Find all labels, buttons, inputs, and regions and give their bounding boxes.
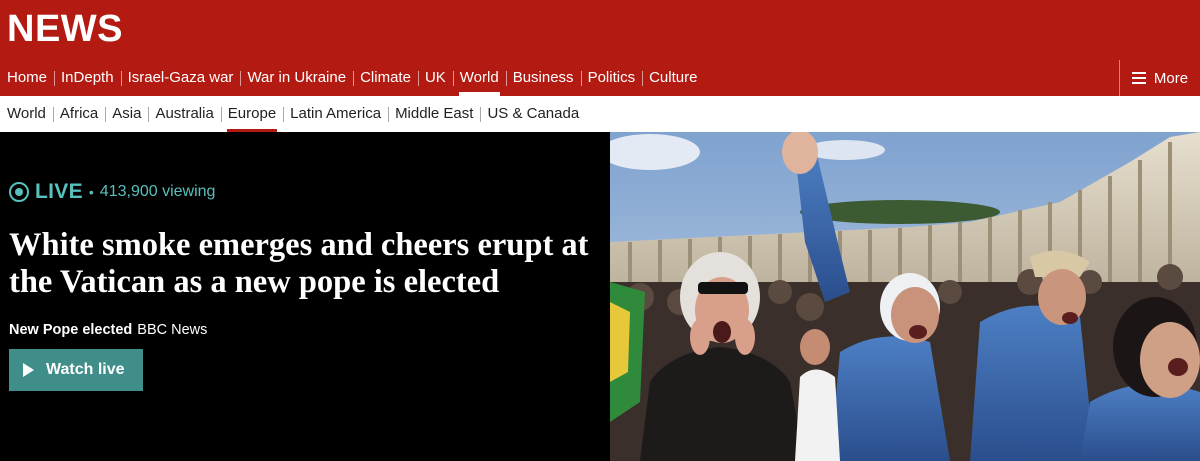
masthead: NEWS: [0, 0, 1200, 60]
hamburger-icon: [1131, 72, 1146, 84]
live-icon: [9, 182, 29, 202]
hero-headline[interactable]: White smoke emerges and cheers erupt at …: [9, 227, 609, 301]
nav-item-israel-gaza-war[interactable]: Israel-Gaza war: [120, 60, 241, 96]
live-label: LIVE: [35, 180, 83, 203]
nav-item-world[interactable]: World: [452, 60, 506, 96]
news-logo[interactable]: NEWS: [7, 8, 123, 51]
nav-item-culture[interactable]: Culture: [642, 60, 704, 96]
hero-story: LIVE • 413,900 viewing White smoke emerg…: [0, 132, 1200, 461]
hero-photo[interactable]: [610, 132, 1200, 461]
sub-nav: World Africa Asia Australia Europe Latin…: [0, 96, 1200, 132]
subnav-item-us-canada[interactable]: US & Canada: [480, 96, 586, 132]
play-icon: [23, 363, 34, 377]
main-nav-list: Home InDepth Israel-Gaza war War in Ukra…: [0, 60, 704, 96]
story-source: BBC News: [137, 322, 208, 338]
watch-live-label: Watch live: [46, 361, 125, 378]
nav-item-business[interactable]: Business: [505, 60, 581, 96]
subnav-item-middle-east[interactable]: Middle East: [388, 96, 480, 132]
subnav-item-africa[interactable]: Africa: [52, 96, 105, 132]
nav-item-war-in-ukraine[interactable]: War in Ukraine: [240, 60, 353, 96]
watch-live-button[interactable]: Watch live: [9, 349, 143, 391]
crowd-photo-illustration: [610, 132, 1200, 461]
subnav-item-asia[interactable]: Asia: [105, 96, 148, 132]
hero-text-panel: LIVE • 413,900 viewing White smoke emerg…: [0, 132, 610, 461]
viewer-count: 413,900 viewing: [99, 183, 216, 200]
subnav-item-latin-america[interactable]: Latin America: [283, 96, 388, 132]
live-indicator: LIVE • 413,900 viewing: [9, 180, 215, 204]
subnav-item-australia[interactable]: Australia: [148, 96, 220, 132]
subnav-item-europe[interactable]: Europe: [220, 96, 283, 132]
nav-item-climate[interactable]: Climate: [353, 60, 418, 96]
nav-item-home[interactable]: Home: [0, 60, 54, 96]
more-menu-button[interactable]: More: [1119, 60, 1200, 96]
main-nav: Home InDepth Israel-Gaza war War in Ukra…: [0, 60, 1200, 96]
nav-item-indepth[interactable]: InDepth: [54, 60, 121, 96]
nav-item-politics[interactable]: Politics: [580, 60, 643, 96]
live-separator: •: [88, 184, 94, 200]
more-label: More: [1153, 69, 1189, 87]
subnav-item-world[interactable]: World: [0, 96, 53, 132]
story-tag[interactable]: New Pope elected: [9, 322, 132, 338]
nav-item-uk[interactable]: UK: [417, 60, 453, 96]
hero-meta: New Pope elected BBC News: [9, 322, 207, 338]
